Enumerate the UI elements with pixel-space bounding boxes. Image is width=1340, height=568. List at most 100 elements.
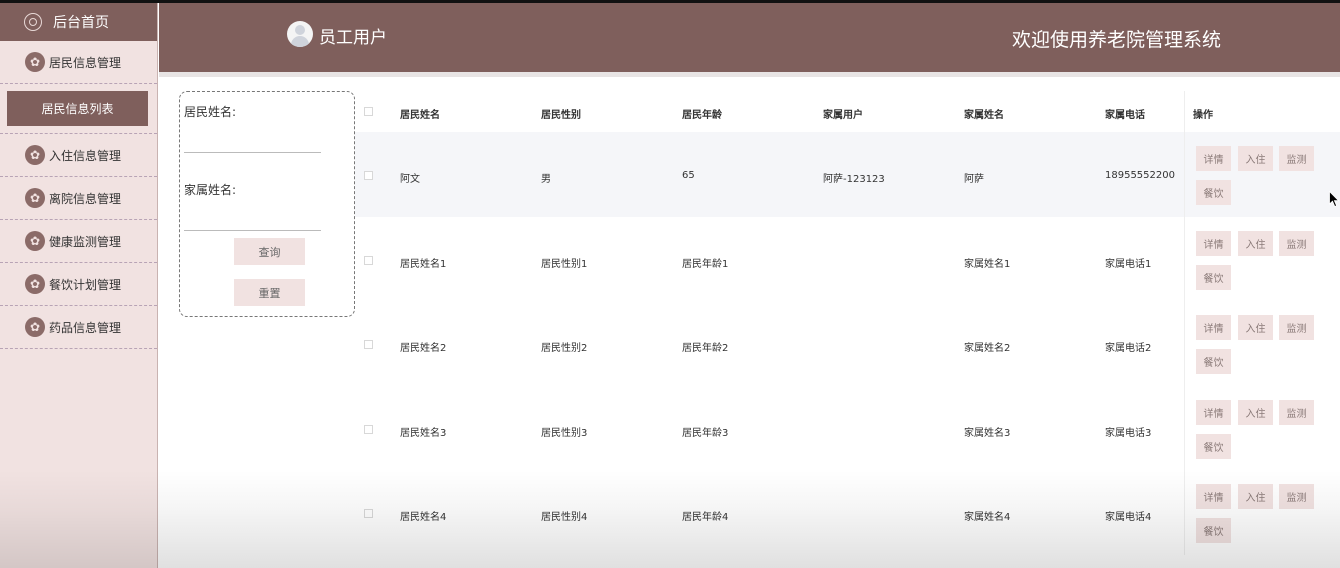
cell-family-name: 阿萨 <box>964 174 984 185</box>
column-header: 家属电话 <box>1105 110 1145 121</box>
detail-button[interactable]: 详情 <box>1196 315 1231 340</box>
cell-family-user: 阿萨-123123 <box>823 174 885 185</box>
cell-family-name: 家属姓名1 <box>964 258 1011 270</box>
row-checkbox[interactable] <box>364 171 373 180</box>
table-header-row: 居民姓名 居民性别 居民年龄 家属用户 家属姓名 家属电话 操作 <box>355 91 1340 132</box>
resident-table: 居民姓名 居民性别 居民年龄 家属用户 家属姓名 家属电话 操作 阿文 男 65… <box>355 91 1340 555</box>
cell-resident-age: 65 <box>682 170 695 181</box>
header: 员工用户 欢迎使用养老院管理系统 <box>159 3 1340 72</box>
monitor-button[interactable]: 监测 <box>1279 146 1314 171</box>
cell-resident-age: 居民年龄4 <box>682 512 729 523</box>
select-all-checkbox[interactable] <box>364 107 373 116</box>
cell-resident-age: 居民年龄2 <box>682 343 729 354</box>
flower-icon: ✿ <box>25 145 45 165</box>
query-button[interactable]: 查询 <box>234 238 305 265</box>
column-header: 居民年龄 <box>682 110 722 121</box>
cell-family-phone: 家属电话3 <box>1105 427 1152 439</box>
detail-button[interactable]: 详情 <box>1196 399 1231 425</box>
monitor-button[interactable]: 监测 <box>1279 315 1314 340</box>
cell-resident-name: 居民姓名3 <box>400 427 447 439</box>
site-title: 欢迎使用养老院管理系统 <box>1012 29 1222 51</box>
meal-button[interactable]: 餐饮 <box>1196 433 1231 459</box>
column-divider <box>1184 91 1185 132</box>
meal-button[interactable]: 餐饮 <box>1196 518 1231 543</box>
sidebar-home[interactable]: 后台首页 <box>0 3 157 41</box>
sidebar-item-label: 居民信息管理 <box>49 55 122 70</box>
cell-resident-age: 居民年龄3 <box>682 427 729 439</box>
sidebar-item-meal-plan[interactable]: ✿ 餐饮计划管理 <box>0 263 157 306</box>
cell-family-name: 家属姓名3 <box>964 427 1011 439</box>
meal-button[interactable]: 餐饮 <box>1196 264 1231 290</box>
column-header: 家属姓名 <box>964 110 1004 121</box>
meal-button[interactable]: 餐饮 <box>1196 349 1231 374</box>
monitor-button[interactable]: 监测 <box>1279 484 1314 509</box>
sidebar-sub-resident-list[interactable]: 居民信息列表 <box>7 91 148 126</box>
column-header: 家属用户 <box>823 110 863 121</box>
sidebar-item-discharge-info[interactable]: ✿ 离院信息管理 <box>0 177 157 220</box>
search-panel: 居民姓名: 家属姓名: 查询 重置 <box>179 91 355 317</box>
cell-resident-name: 居民姓名1 <box>400 258 447 270</box>
monitor-button[interactable]: 监测 <box>1279 230 1314 256</box>
sidebar-item-checkin-info[interactable]: ✿ 入住信息管理 <box>0 134 157 177</box>
sidebar-item-label: 健康监测管理 <box>49 234 122 249</box>
user-avatar-icon[interactable] <box>287 21 313 47</box>
row-checkbox[interactable] <box>364 509 373 518</box>
family-name-label: 家属姓名: <box>184 183 237 197</box>
family-name-input[interactable] <box>184 209 321 231</box>
column-header: 居民姓名 <box>400 110 440 121</box>
table-row: 居民姓名2 居民性别2 居民年龄2 家属姓名2 家属电话2 详情 入住 监测 餐… <box>355 301 1340 386</box>
detail-button[interactable]: 详情 <box>1196 230 1231 256</box>
header-divider <box>159 72 1340 77</box>
column-header: 居民性别 <box>541 110 581 121</box>
mouse-cursor-icon <box>1329 191 1340 208</box>
sidebar-item-health-monitoring[interactable]: ✿ 健康监测管理 <box>0 220 157 263</box>
cell-resident-gender: 居民性别3 <box>541 427 588 439</box>
column-divider <box>1184 301 1185 386</box>
checkin-button[interactable]: 入住 <box>1238 484 1273 509</box>
row-checkbox[interactable] <box>364 255 373 265</box>
detail-button[interactable]: 详情 <box>1196 484 1231 509</box>
flower-icon: ✿ <box>25 274 45 294</box>
sidebar-home-label: 后台首页 <box>53 15 109 31</box>
cell-resident-age: 居民年龄1 <box>682 258 729 270</box>
column-divider <box>1184 470 1185 555</box>
detail-button[interactable]: 详情 <box>1196 146 1231 171</box>
sidebar-item-medicine-info[interactable]: ✿ 药品信息管理 <box>0 306 157 349</box>
column-divider <box>1184 132 1185 217</box>
row-checkbox[interactable] <box>364 340 373 349</box>
reset-button[interactable]: 重置 <box>234 279 305 306</box>
resident-name-input[interactable] <box>184 131 321 153</box>
cell-resident-gender: 男 <box>541 174 551 185</box>
flower-icon: ✿ <box>25 317 45 337</box>
checkin-button[interactable]: 入住 <box>1238 315 1273 340</box>
cell-family-phone: 家属电话1 <box>1105 258 1152 270</box>
cell-family-phone: 家属电话2 <box>1105 343 1152 354</box>
column-divider <box>1184 216 1185 301</box>
table-row: 阿文 男 65 阿萨-123123 阿萨 18955552200 详情 入住 监… <box>355 132 1340 217</box>
sidebar-item-resident-info[interactable]: ✿ 居民信息管理 <box>0 41 157 84</box>
table-row: 居民姓名1 居民性别1 居民年龄1 家属姓名1 家属电话1 详情 入住 监测 餐… <box>355 216 1340 301</box>
cell-family-phone: 18955552200 <box>1105 170 1175 181</box>
checkin-button[interactable]: 入住 <box>1238 146 1273 171</box>
cell-resident-name: 居民姓名2 <box>400 343 447 354</box>
cell-resident-name: 阿文 <box>400 174 420 185</box>
sidebar-item-label: 药品信息管理 <box>49 320 122 335</box>
cell-family-name: 家属姓名2 <box>964 343 1011 354</box>
checkin-button[interactable]: 入住 <box>1238 399 1273 425</box>
monitor-button[interactable]: 监测 <box>1279 399 1314 425</box>
column-divider <box>1184 385 1185 470</box>
cell-resident-name: 居民姓名4 <box>400 512 447 523</box>
sidebar-submenu: 居民信息列表 <box>0 84 157 134</box>
meal-button[interactable]: 餐饮 <box>1196 180 1231 205</box>
table-row: 居民姓名3 居民性别3 居民年龄3 家属姓名3 家属电话3 详情 入住 监测 餐… <box>355 385 1340 470</box>
flower-icon: ✿ <box>25 52 45 72</box>
cell-family-name: 家属姓名4 <box>964 512 1011 523</box>
cell-resident-gender: 居民性别1 <box>541 258 588 270</box>
column-header: 操作 <box>1193 110 1213 121</box>
table-row: 居民姓名4 居民性别4 居民年龄4 家属姓名4 家属电话4 详情 入住 监测 餐… <box>355 470 1340 555</box>
row-checkbox[interactable] <box>364 424 373 434</box>
checkin-button[interactable]: 入住 <box>1238 230 1273 256</box>
cell-family-phone: 家属电话4 <box>1105 512 1152 523</box>
flower-icon: ✿ <box>25 231 45 251</box>
flower-icon: ✿ <box>25 188 45 208</box>
